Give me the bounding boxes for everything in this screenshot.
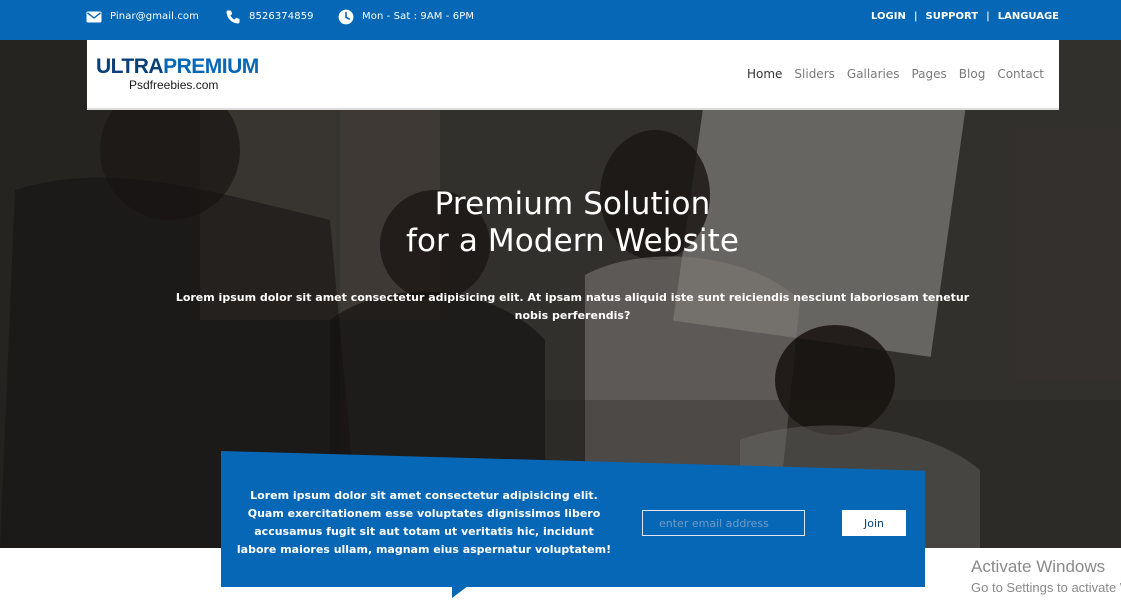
hero-title: Premium Solution for a Modern Website [300, 186, 845, 260]
support-link[interactable]: SUPPORT [926, 11, 979, 22]
business-hours: Mon - Sat : 9AM - 6PM [338, 0, 474, 33]
logo-wordmark: ULTRAPREMIUM [96, 55, 259, 79]
clock-icon [338, 9, 354, 25]
hero-description: Lorem ipsum dolor sit amet consectetur a… [175, 291, 970, 322]
top-contact-bar: Pinar@gmail.com 8526374859 Mon - Sat : 9… [0, 0, 1121, 40]
nav-home[interactable]: Home [747, 67, 782, 81]
utility-links: LOGIN | SUPPORT | LANGUAGE [871, 0, 1059, 33]
contact-email: Pinar@gmail.com [110, 11, 199, 22]
logo-main-text: ULTRA [96, 55, 164, 78]
hero-title-line-1: Premium Solution [434, 186, 711, 222]
nav-contact[interactable]: Contact [997, 67, 1044, 81]
nav-gallaries[interactable]: Gallaries [847, 67, 900, 81]
logo-accent-text: PREMIUM [163, 55, 259, 78]
mail-icon [86, 9, 102, 25]
activate-title: Activate Windows [971, 557, 1106, 576]
link-divider: | [913, 11, 918, 22]
nav-sliders[interactable]: Sliders [794, 67, 834, 81]
phone-icon [225, 9, 241, 25]
email-input[interactable] [642, 510, 805, 536]
newsletter-panel-pointer [452, 586, 468, 598]
activate-subtitle: Go to Settings to activate Windows. [971, 580, 1121, 595]
contact-phone: 8526374859 [249, 11, 314, 22]
hours-text: Mon - Sat : 9AM - 6PM [362, 11, 475, 22]
nav-blog[interactable]: Blog [959, 67, 986, 81]
logo-subtitle: Psdfreebies.com [129, 78, 219, 92]
main-navigation: Home Sliders Gallaries Pages Blog Contac… [747, 64, 1044, 84]
nav-pages[interactable]: Pages [911, 67, 946, 81]
phone-contact: 8526374859 [225, 0, 314, 33]
language-link[interactable]: LANGUAGE [998, 11, 1059, 22]
newsletter-text: Lorem ipsum dolor sit amet consectetur a… [236, 489, 612, 556]
site-header: ULTRAPREMIUM Psdfreebies.com Home Slider… [87, 40, 1059, 108]
link-divider: | [986, 11, 990, 22]
join-button[interactable]: Join [842, 510, 906, 536]
email-contact: Pinar@gmail.com [86, 0, 199, 33]
site-logo[interactable]: ULTRAPREMIUM Psdfreebies.com [96, 55, 306, 100]
login-link[interactable]: LOGIN [871, 11, 906, 22]
hero-title-line-2: for a Modern Website [405, 223, 740, 259]
windows-activation-watermark: Activate Windows Go to Settings to activ… [971, 557, 1121, 596]
